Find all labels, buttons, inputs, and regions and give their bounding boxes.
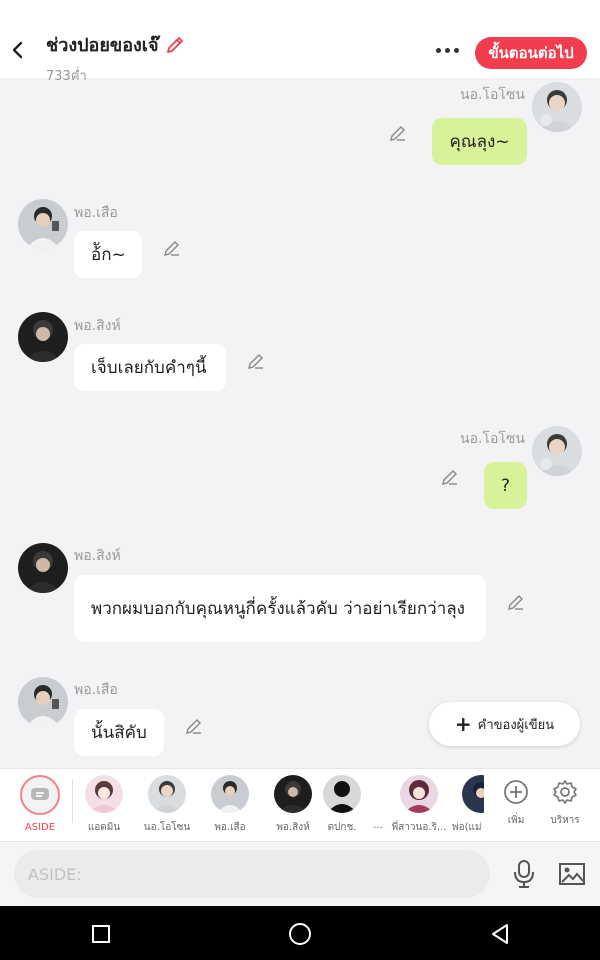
manage-label: บริหาร <box>550 815 580 826</box>
character-po-suea[interactable]: พอ.เสือ <box>199 775 261 835</box>
sender-name: พอ.สิงห์ <box>74 548 121 564</box>
sender-name: พอ.เสือ <box>74 682 118 698</box>
chat-area[interactable]: นอ.โอโซน คุณลุง~ พอ.เสือ อ้ัก~ พอ.สิงห์ … <box>0 78 600 768</box>
character-admin[interactable]: แอดมิน <box>73 775 135 835</box>
character-label: พอ.เสือ <box>214 822 246 833</box>
message-bubble-left[interactable]: อ้ัก~ <box>74 231 142 278</box>
character-dpkch[interactable]: ดปกช. <box>313 775 371 835</box>
character-o-ozone[interactable]: นอ.โอโซน <box>136 775 198 835</box>
character-strip: ASIDE แอดมิน นอ.โอโซน พอ.เสือ พอ.สิงห์ ด… <box>0 768 600 842</box>
character-parent[interactable]: พ่อ(แม่ <box>452 775 484 835</box>
avatar <box>274 775 312 813</box>
avatar-po-suea[interactable] <box>18 199 68 249</box>
edit-icon[interactable] <box>388 123 408 143</box>
sender-name: พอ.สิงห์ <box>74 318 121 334</box>
story-title: ช่วงปอยของเจ๊ <box>46 30 185 59</box>
character-sister[interactable]: พี่สาวนอ.ริ... <box>386 775 452 835</box>
circle-icon[interactable] <box>286 920 314 948</box>
add-circle-icon <box>491 777 541 807</box>
character-aside[interactable]: ASIDE <box>9 775 71 833</box>
avatar <box>400 775 438 813</box>
avatar <box>85 775 123 813</box>
message-bubble-left[interactable]: พวกผมบอกกับคุณหนูกี่ครั้งแล้วคับ ว่าอย่า… <box>74 575 486 642</box>
edit-icon[interactable] <box>506 592 526 612</box>
back-arrow-icon <box>12 41 23 59</box>
next-step-button[interactable]: ขั้นตอนต่อไป <box>475 37 587 69</box>
message-bubble-right[interactable]: ? <box>484 462 527 509</box>
pencil-icon[interactable] <box>165 35 185 55</box>
back-button[interactable] <box>6 36 30 64</box>
image-icon[interactable] <box>556 858 588 890</box>
character-label: นอ.โอโซน <box>143 822 191 833</box>
triangle-back-icon[interactable] <box>486 920 514 948</box>
more-icon[interactable] <box>432 40 462 60</box>
input-bar <box>0 842 600 906</box>
plus-icon: + <box>454 712 472 736</box>
edit-icon[interactable] <box>162 238 182 258</box>
message-bubble-left[interactable]: เจ็บเลยกับคำๆนี้ <box>74 344 226 391</box>
add-character-button[interactable]: เพิ่ม <box>491 777 541 828</box>
character-label: ASIDE <box>24 822 56 833</box>
author-note-button[interactable]: + คำของผู้เขียน <box>429 702 580 746</box>
add-label: เพิ่ม <box>507 815 525 826</box>
manage-button[interactable]: บริหาร <box>540 777 590 828</box>
character-label: พี่สาวนอ.ริ... <box>391 822 447 833</box>
avatar-po-sing[interactable] <box>18 543 68 593</box>
avatar-po-suea[interactable] <box>18 677 68 727</box>
avatar-o-ozone[interactable] <box>532 82 582 132</box>
sender-name: นอ.โอโซน <box>460 431 525 447</box>
mic-icon[interactable] <box>510 858 538 890</box>
edit-icon[interactable] <box>246 351 266 371</box>
character-label: ดปกช. <box>327 822 357 833</box>
character-label: พ่อ(แม่ <box>452 822 482 833</box>
sender-name: พอ.เสือ <box>74 205 118 221</box>
message-bubble-left[interactable]: นั้นสิคับ <box>74 709 164 756</box>
chat-icon <box>20 775 60 815</box>
gear-icon <box>540 777 590 807</box>
avatar <box>148 775 186 813</box>
app-header: ช่วงปอยของเจ๊ 733ค่ำ ขั้นตอนต่อไป <box>0 0 600 84</box>
edit-icon[interactable] <box>184 716 204 736</box>
square-icon[interactable] <box>87 920 115 948</box>
avatar <box>323 775 361 813</box>
author-note-label: คำของผู้เขียน <box>477 717 555 733</box>
story-title-text: ช่วงปอยของเจ๊ <box>46 35 159 56</box>
avatar <box>462 775 484 813</box>
avatar-o-ozone[interactable] <box>532 426 582 476</box>
sender-name: นอ.โอโซน <box>460 87 525 103</box>
system-nav-bar <box>0 906 600 960</box>
message-input[interactable] <box>14 850 490 898</box>
edit-icon[interactable] <box>440 467 460 487</box>
avatar <box>211 775 249 813</box>
character-label: แอดมิน <box>87 822 121 833</box>
message-bubble-right[interactable]: คุณลุง~ <box>432 118 527 165</box>
avatar-po-sing[interactable] <box>18 312 68 362</box>
